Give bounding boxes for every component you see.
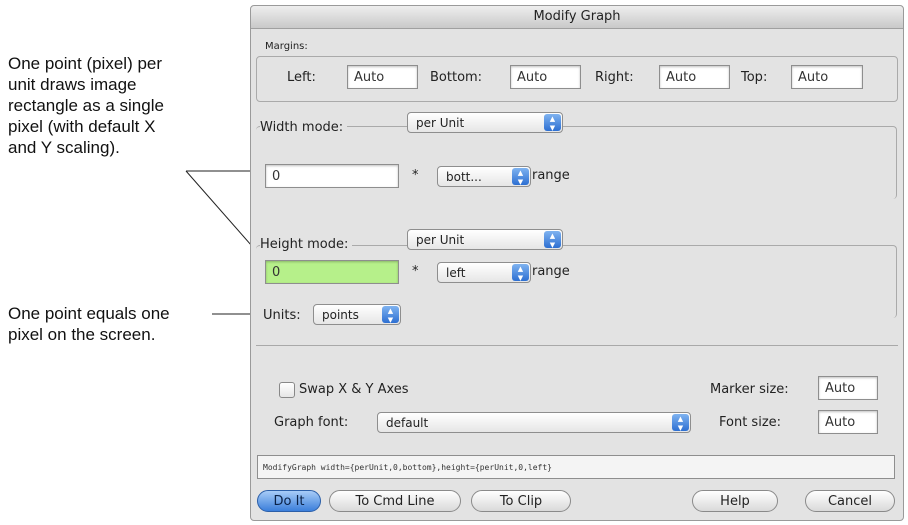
units-label: Units: [263,308,301,323]
height-axis-value: left [446,266,466,280]
width-range-label: range [532,168,570,183]
width-axis-value: bott... [446,170,482,184]
popup-arrows-icon: ▲ ▼ [512,264,529,282]
command-line-field[interactable]: ModifyGraph width={perUnit,0,bottom},hei… [257,455,895,479]
width-multiply-sign: * [412,168,419,183]
marker-size-field[interactable]: Auto [818,376,878,400]
left-margin-field[interactable]: Auto [347,65,418,89]
cancel-button[interactable]: Cancel [805,490,895,512]
top-margin-field[interactable]: Auto [791,65,863,89]
height-mode-value: per Unit [416,233,465,247]
section-divider [256,345,898,346]
swap-axes-label: Swap X & Y Axes [299,382,409,397]
right-margin-field[interactable]: Auto [659,65,730,89]
top-margin-label: Top: [741,70,768,85]
to-cmd-line-button[interactable]: To Cmd Line [329,490,461,512]
width-value-field[interactable]: 0 [265,164,399,188]
swap-axes-checkbox[interactable] [279,382,295,398]
bottom-margin-label: Bottom: [430,70,483,85]
dialog-title[interactable]: Modify Graph [251,6,903,29]
width-group [256,126,897,199]
margins-label: Margins: [265,41,308,52]
graph-font-label: Graph font: [274,415,349,430]
do-it-button[interactable]: Do It [257,490,321,512]
to-clip-button[interactable]: To Clip [471,490,571,512]
help-button[interactable]: Help [692,490,778,512]
height-value-field[interactable]: 0 [265,260,399,284]
units-popup[interactable]: points ▲ ▼ [313,304,401,325]
width-mode-label: Width mode: [260,120,348,135]
font-size-field[interactable]: Auto [818,410,878,434]
font-size-label: Font size: [719,415,782,430]
height-mode-popup[interactable]: per Unit ▲ ▼ [407,229,563,250]
graph-font-popup[interactable]: default ▲ ▼ [377,412,691,433]
graph-font-value: default [386,416,429,430]
width-axis-popup[interactable]: bott... ▲ ▼ [437,166,531,187]
height-axis-popup[interactable]: left ▲ ▼ [437,262,531,283]
height-range-label: range [532,264,570,279]
marker-size-label: Marker size: [710,382,789,397]
popup-arrows-icon: ▲ ▼ [672,414,689,432]
popup-arrows-icon: ▲ ▼ [544,114,561,132]
bottom-margin-field[interactable]: Auto [510,65,581,89]
units-value: points [322,308,359,322]
height-mode-label: Height mode: [260,237,353,252]
width-mode-popup[interactable]: per Unit ▲ ▼ [407,112,563,133]
popup-arrows-icon: ▲ ▼ [382,306,399,324]
right-margin-label: Right: [595,70,634,85]
popup-arrows-icon: ▲ ▼ [512,168,529,186]
modify-graph-dialog: Modify Graph Margins: Left: Auto Bottom:… [250,5,904,521]
popup-arrows-icon: ▲ ▼ [544,231,561,249]
width-mode-value: per Unit [416,116,465,130]
left-margin-label: Left: [287,70,316,85]
height-multiply-sign: * [412,264,419,279]
